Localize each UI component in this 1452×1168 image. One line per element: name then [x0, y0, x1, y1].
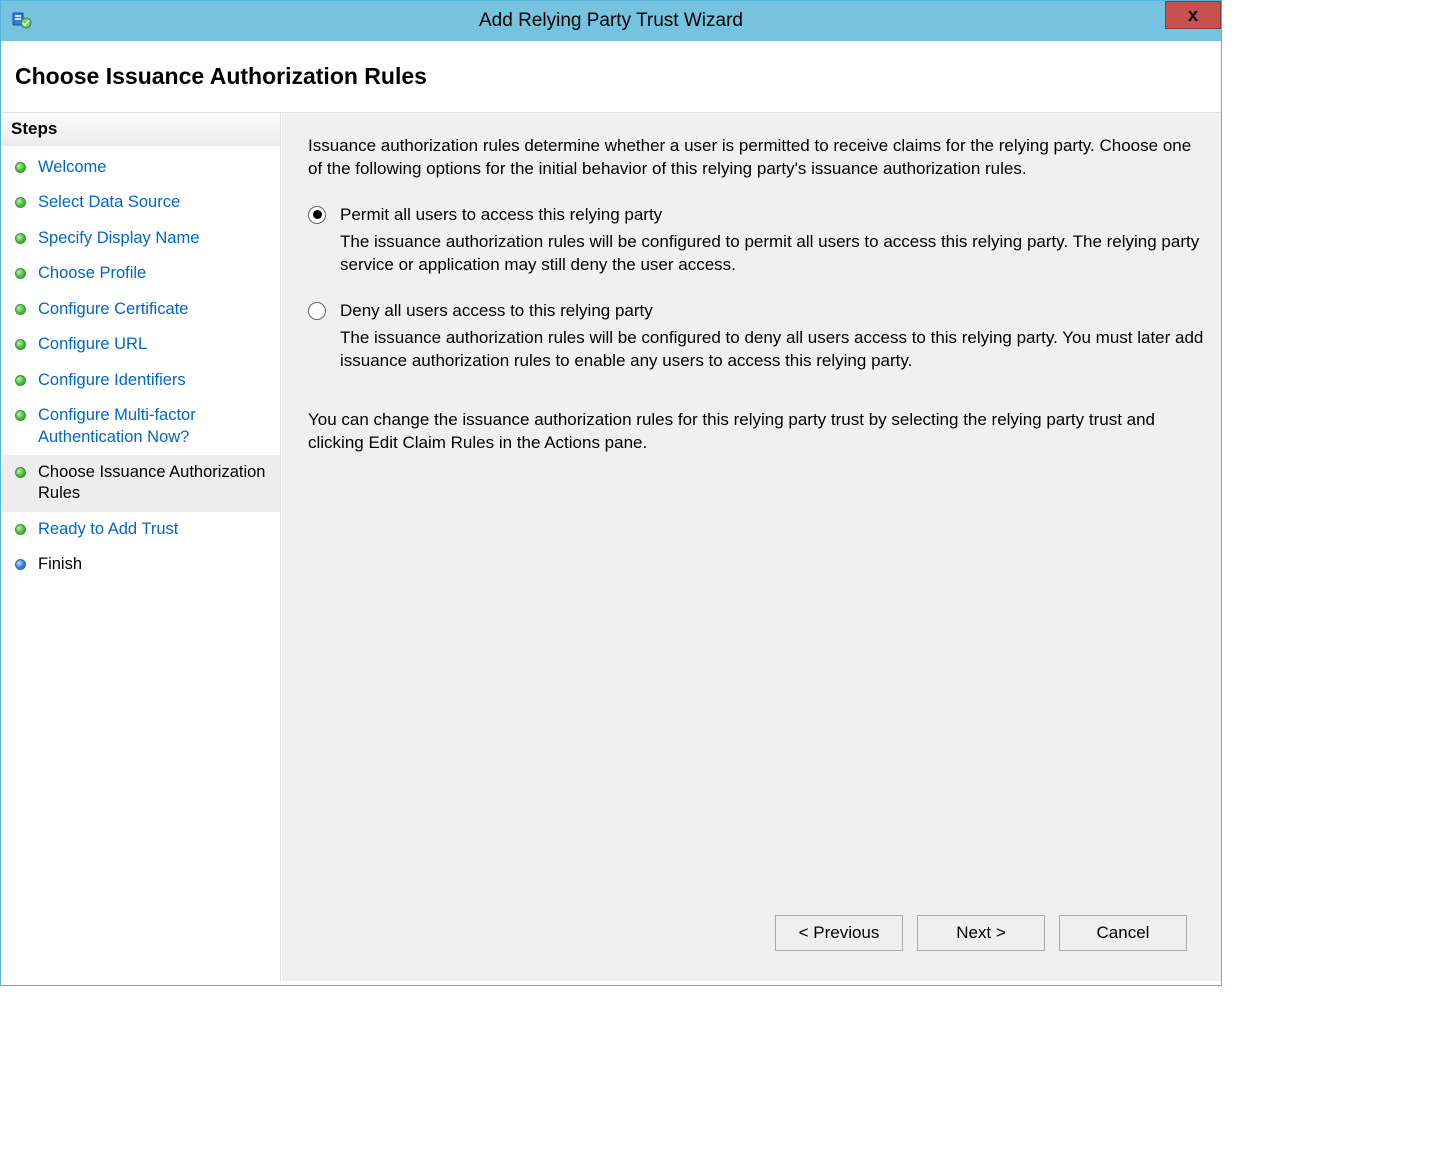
- step-item[interactable]: Select Data Source: [1, 185, 280, 220]
- close-button[interactable]: x: [1165, 1, 1221, 29]
- steps-panel: Steps Welcome Select Data Source Specify D…: [1, 113, 281, 981]
- titlebar: Add Relying Party Trust Wizard x: [1, 1, 1221, 41]
- step-label: Configure URL: [38, 334, 268, 355]
- step-label: Select Data Source: [38, 192, 268, 213]
- step-item[interactable]: Configure URL: [1, 327, 280, 362]
- step-item[interactable]: Choose Profile: [1, 256, 280, 291]
- step-label: Configure Identifiers: [38, 370, 268, 391]
- step-item[interactable]: Ready to Add Trust: [1, 512, 280, 547]
- step-label: Choose Profile: [38, 263, 268, 284]
- content-inner: Issuance authorization rules determine w…: [308, 135, 1205, 905]
- wizard-body: Steps Welcome Select Data Source Specify D…: [1, 113, 1221, 981]
- app-icon: [11, 10, 33, 32]
- step-bullet-icon: [15, 268, 26, 279]
- step-bullet-icon: [15, 559, 26, 570]
- step-item: Finish: [1, 547, 280, 582]
- radio-deny[interactable]: [308, 302, 326, 320]
- step-label: Specify Display Name: [38, 228, 268, 249]
- previous-button[interactable]: < Previous: [775, 915, 903, 951]
- step-bullet-icon: [15, 410, 26, 421]
- option-deny-desc: The issuance authorization rules will be…: [340, 327, 1205, 373]
- cancel-button[interactable]: Cancel: [1059, 915, 1187, 951]
- steps-header: Steps: [1, 113, 280, 146]
- option-deny-row[interactable]: Deny all users access to this relying pa…: [308, 301, 1205, 321]
- button-row: < Previous Next > Cancel: [308, 905, 1205, 969]
- step-item[interactable]: Configure Identifiers: [1, 363, 280, 398]
- step-item[interactable]: Welcome: [1, 150, 280, 185]
- content-panel: Issuance authorization rules determine w…: [281, 113, 1221, 981]
- step-bullet-icon: [15, 304, 26, 315]
- footnote-text: You can change the issuance authorizatio…: [308, 409, 1205, 455]
- step-item: Choose Issuance Authorization Rules: [1, 455, 280, 512]
- wizard-window: Add Relying Party Trust Wizard x Choose …: [0, 0, 1222, 986]
- option-permit-desc: The issuance authorization rules will be…: [340, 231, 1205, 277]
- step-item[interactable]: Configure Multi-factor Authentication No…: [1, 398, 280, 455]
- step-bullet-icon: [15, 162, 26, 173]
- page-title: Choose Issuance Authorization Rules: [15, 63, 1207, 90]
- step-bullet-icon: [15, 197, 26, 208]
- option-deny: Deny all users access to this relying pa…: [308, 301, 1205, 373]
- page-header: Choose Issuance Authorization Rules: [1, 41, 1221, 113]
- step-bullet-icon: [15, 375, 26, 386]
- step-item[interactable]: Specify Display Name: [1, 221, 280, 256]
- step-label: Finish: [38, 554, 268, 575]
- next-button[interactable]: Next >: [917, 915, 1045, 951]
- step-bullet-icon: [15, 233, 26, 244]
- steps-list: Welcome Select Data Source Specify Display…: [1, 146, 280, 583]
- step-label: Configure Multi-factor Authentication No…: [38, 405, 268, 448]
- option-permit-label: Permit all users to access this relying …: [340, 205, 662, 225]
- step-bullet-icon: [15, 467, 26, 478]
- step-item[interactable]: Configure Certificate: [1, 292, 280, 327]
- option-permit-row[interactable]: Permit all users to access this relying …: [308, 205, 1205, 225]
- step-bullet-icon: [15, 339, 26, 350]
- window-title: Add Relying Party Trust Wizard: [1, 10, 1221, 32]
- close-icon: x: [1188, 5, 1198, 26]
- option-permit: Permit all users to access this relying …: [308, 205, 1205, 277]
- option-deny-label: Deny all users access to this relying pa…: [340, 301, 653, 321]
- radio-permit[interactable]: [308, 206, 326, 224]
- step-label: Welcome: [38, 157, 268, 178]
- step-label: Choose Issuance Authorization Rules: [38, 462, 268, 505]
- intro-text: Issuance authorization rules determine w…: [308, 135, 1205, 181]
- step-bullet-icon: [15, 524, 26, 535]
- step-label: Ready to Add Trust: [38, 519, 268, 540]
- step-label: Configure Certificate: [38, 299, 268, 320]
